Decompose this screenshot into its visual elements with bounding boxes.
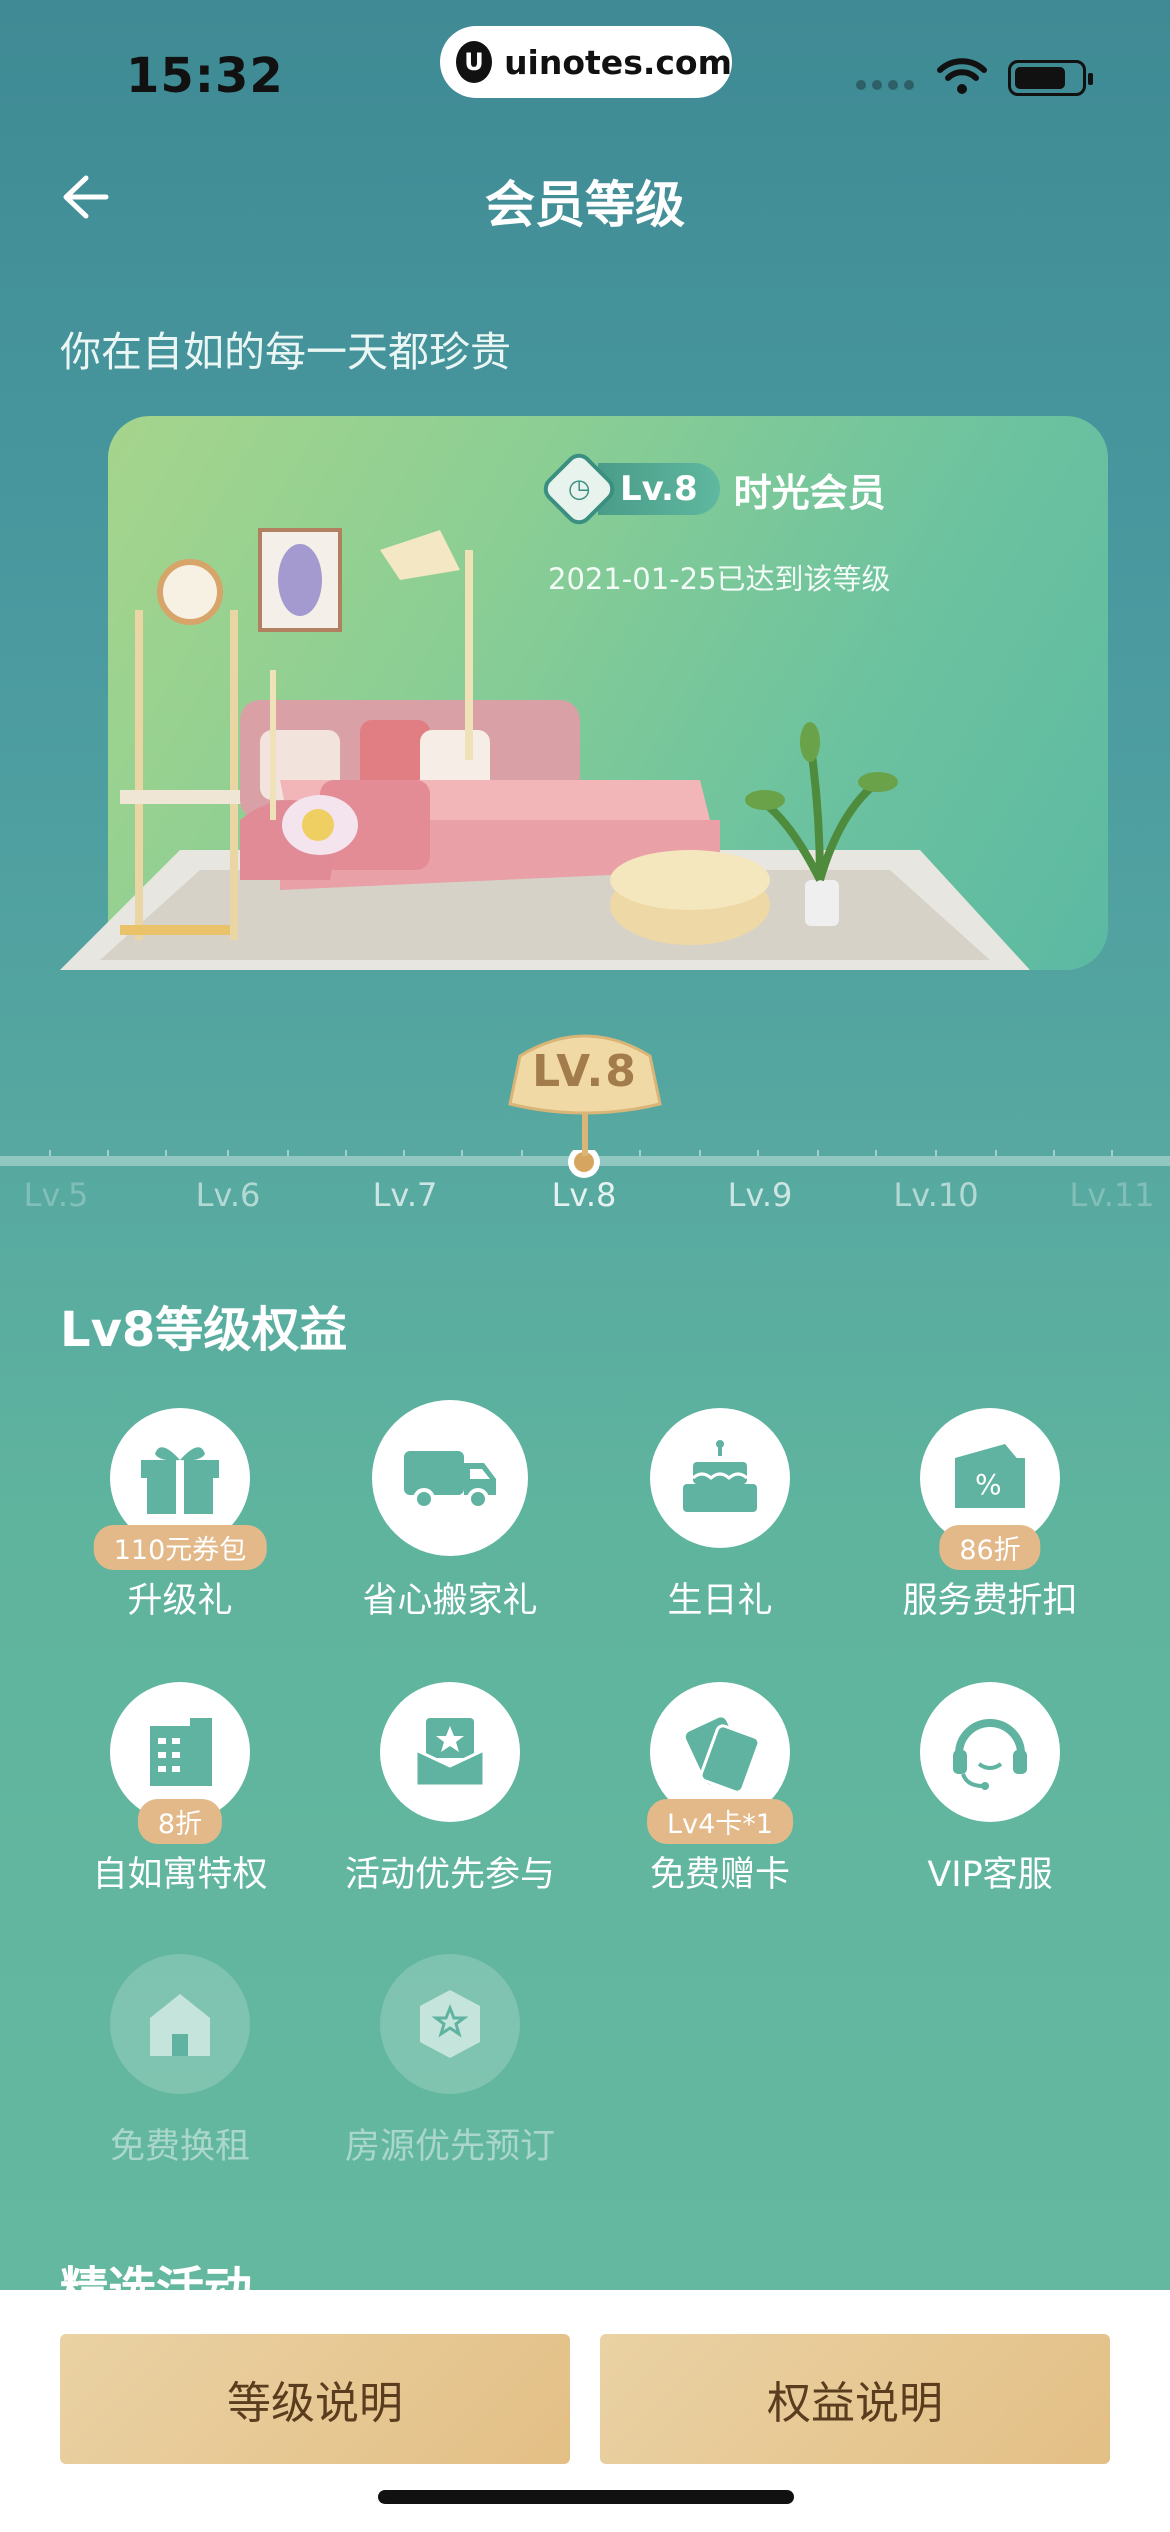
tick-label[interactable]: Lv.8 bbox=[552, 1176, 617, 1214]
building-icon: 8折 bbox=[110, 1682, 250, 1844]
wifi-icon bbox=[937, 58, 987, 94]
discount-tag-icon: % 86折 bbox=[920, 1408, 1060, 1570]
benefit-label: 房源优先预订 bbox=[344, 2127, 555, 2167]
tick-label[interactable]: Lv.11 bbox=[1069, 1176, 1154, 1214]
tagline: 你在自如的每一天都珍贵 bbox=[60, 328, 511, 376]
benefit-tag: 110元券包 bbox=[93, 1525, 267, 1570]
truck-icon bbox=[372, 1400, 528, 1556]
benefit-tag: Lv4卡*1 bbox=[647, 1799, 793, 1844]
level-badge-text: Lv.8 bbox=[598, 463, 720, 515]
tick-label[interactable]: Lv.5 bbox=[24, 1176, 89, 1214]
home-indicator[interactable] bbox=[378, 2490, 794, 2504]
house-swap-icon bbox=[110, 1954, 250, 2094]
gift-icon: 110元券包 bbox=[93, 1408, 267, 1570]
status-time: 15:32 bbox=[126, 48, 284, 104]
benefit-birthday[interactable]: 生日礼 bbox=[585, 1408, 855, 1623]
headset-icon bbox=[920, 1682, 1060, 1822]
star-hexagon-icon bbox=[380, 1954, 520, 2094]
url-pill: U uinotes.com bbox=[440, 26, 732, 98]
benefit-event-priority[interactable]: 活动优先参与 bbox=[315, 1682, 585, 1897]
benefit-label: 自如寓特权 bbox=[92, 1855, 268, 1895]
current-level-marker: LV.8 bbox=[500, 1026, 670, 1156]
url-text: uinotes.com bbox=[504, 42, 732, 82]
tick-label[interactable]: Lv.10 bbox=[893, 1176, 978, 1214]
card-icon: Lv4卡*1 bbox=[647, 1682, 793, 1844]
clock-hexagon-icon: ◷ bbox=[537, 447, 621, 531]
benefit-label: 免费换租 bbox=[109, 2127, 250, 2167]
benefit-label: 免费赠卡 bbox=[649, 1855, 790, 1895]
site-logo-icon: U bbox=[456, 41, 493, 83]
tick-label[interactable]: Lv.7 bbox=[373, 1176, 438, 1214]
benefit-info-button[interactable]: 权益说明 bbox=[600, 2334, 1110, 2464]
benefit-label: 活动优先参与 bbox=[344, 1855, 555, 1895]
benefit-upgrade-gift[interactable]: 110元券包 升级礼 bbox=[45, 1408, 315, 1623]
benefits-title: Lv8等级权益 bbox=[60, 1302, 348, 1358]
page-title: 会员等级 bbox=[485, 176, 685, 234]
star-envelope-icon bbox=[380, 1682, 520, 1822]
benefit-free-lease-swap: 免费换租 bbox=[45, 1954, 315, 2169]
level-info-button[interactable]: 等级说明 bbox=[60, 2334, 570, 2464]
benefit-label: 生日礼 bbox=[667, 1581, 773, 1621]
benefit-label: 省心搬家礼 bbox=[362, 1581, 538, 1621]
benefit-tag: 86折 bbox=[939, 1525, 1041, 1570]
svg-text:%: % bbox=[975, 1468, 1002, 1501]
benefit-priority-booking: 房源优先预订 bbox=[315, 1954, 585, 2169]
level-badge: ◷ Lv.8 时光会员 bbox=[537, 447, 886, 531]
benefit-label: VIP客服 bbox=[927, 1855, 1053, 1895]
level-achieved-date: 2021-01-25已达到该等级 bbox=[548, 562, 891, 596]
current-level-text: LV.8 bbox=[532, 1046, 638, 1097]
benefit-label: 升级礼 bbox=[127, 1581, 233, 1621]
tick-label[interactable]: Lv.9 bbox=[728, 1176, 793, 1214]
battery-icon bbox=[1008, 60, 1093, 96]
benefit-label: 服务费折扣 bbox=[902, 1581, 1078, 1621]
benefit-tag: 8折 bbox=[137, 1799, 223, 1844]
tick-label[interactable]: Lv.6 bbox=[196, 1176, 261, 1214]
benefit-free-card[interactable]: Lv4卡*1 免费赠卡 bbox=[585, 1682, 855, 1897]
cellular-signal-icon bbox=[856, 80, 914, 90]
benefit-ziroom-apartment[interactable]: 8折 自如寓特权 bbox=[45, 1682, 315, 1897]
cake-icon bbox=[650, 1408, 790, 1548]
level-name: 时光会员 bbox=[733, 470, 886, 515]
benefit-service-fee-discount[interactable]: % 86折 服务费折扣 bbox=[855, 1408, 1125, 1623]
benefit-moving[interactable]: 省心搬家礼 bbox=[315, 1400, 585, 1623]
level-tick-labels: Lv.5 Lv.6 Lv.7 Lv.8 Lv.9 Lv.10 Lv.11 bbox=[0, 1176, 1170, 1226]
benefit-vip-service[interactable]: VIP客服 bbox=[855, 1682, 1125, 1897]
